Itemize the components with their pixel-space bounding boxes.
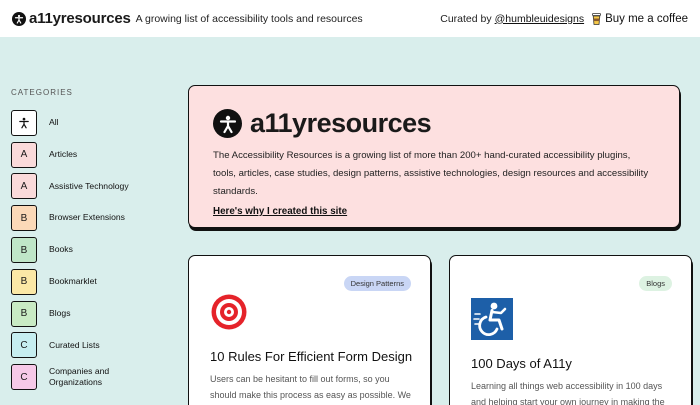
category-badge: A <box>11 173 37 200</box>
wheelchair-icon <box>471 298 513 345</box>
resource-card[interactable]: Design Patterns 10 Rules For Efficient F… <box>188 255 431 405</box>
brand-name[interactable]: a11yresources <box>29 10 131 27</box>
buy-coffee-button[interactable]: Buy me a coffee <box>592 13 688 25</box>
sidebar-item-books[interactable]: B Books <box>11 234 161 266</box>
category-tag[interactable]: Design Patterns <box>343 276 411 291</box>
sidebar-item-label: Bookmarklet <box>49 276 97 287</box>
sidebar-item-blogs[interactable]: B Blogs <box>11 298 161 330</box>
categories-title: CATEGORIES <box>11 88 73 97</box>
card-description: Users can be hesitant to fill out forms,… <box>210 374 411 400</box>
sidebar-item-label: All <box>49 117 59 128</box>
category-badge: B <box>11 268 37 295</box>
sidebar-item-label: Blogs <box>49 307 71 318</box>
category-badge: C <box>11 332 37 359</box>
header-actions: Curated by @humbleuidesigns Buy me a cof… <box>440 13 688 25</box>
category-badge: A <box>11 141 37 168</box>
category-list: All A Articles A Assistive Technology B Browse… <box>11 107 161 393</box>
sidebar-item-label: Articles <box>49 148 78 159</box>
why-created-link[interactable]: Here's why I created this site <box>213 206 347 217</box>
accessibility-person-icon <box>11 109 37 136</box>
sidebar-item-curated-lists[interactable]: C Curated Lists <box>11 330 161 362</box>
hero-card: a11yresources The Accessibility Resource… <box>188 85 680 228</box>
category-badge: C <box>11 364 37 391</box>
brand-tagline: A growing list of accessibility tools an… <box>135 12 363 25</box>
card-title[interactable]: 10 Rules For Efficient Form Design <box>210 349 412 364</box>
top-bar: a11yresources A growing list of accessib… <box>0 0 700 37</box>
target-icon <box>210 293 248 336</box>
category-tag[interactable]: Blogs <box>639 276 672 291</box>
sidebar-item-articles[interactable]: A Articles <box>11 139 161 171</box>
category-badge: B <box>11 205 37 232</box>
sidebar-item-label: Companies and Organizations <box>49 365 110 388</box>
curator-link[interactable]: @humbleuidesigns <box>495 13 584 25</box>
sidebar-item-assistive-technology[interactable]: A Assistive Technology <box>11 171 161 203</box>
hero-title: a11yresources <box>250 108 432 138</box>
accessibility-person-icon[interactable] <box>12 11 26 26</box>
sidebar-item-browser-extensions[interactable]: B Browser Extensions <box>11 202 161 234</box>
sidebar-item-bookmarklet[interactable]: B Bookmarklet <box>11 266 161 298</box>
sidebar-item-label: Browser Extensions <box>49 212 125 223</box>
categories-sidebar: CATEGORIES All A Articles A Assistive Techno… <box>11 88 161 393</box>
resource-card[interactable]: Blogs 100 Days of A11y Learning all thin… <box>449 255 692 405</box>
sidebar-item-all[interactable]: All <box>11 107 161 139</box>
buy-coffee-label: Buy me a coffee <box>605 12 688 25</box>
sidebar-item-companies-and-organizations[interactable]: C Companies and Organizations <box>11 361 161 393</box>
hero-description: The Accessibility Resources is a growing… <box>213 150 649 197</box>
category-badge: B <box>11 237 37 264</box>
curated-by-label: Curated by <box>440 12 492 25</box>
accessibility-person-icon <box>213 109 242 138</box>
card-description: Learning all things web accessibility in… <box>471 381 665 405</box>
category-badge: B <box>11 300 37 327</box>
sidebar-item-label: Assistive Technology <box>49 180 129 191</box>
card-title[interactable]: 100 Days of A11y <box>471 356 572 371</box>
coffee-cup-icon <box>592 12 601 25</box>
sidebar-item-label: Curated Lists <box>49 339 100 350</box>
sidebar-item-label: Books <box>49 244 73 255</box>
